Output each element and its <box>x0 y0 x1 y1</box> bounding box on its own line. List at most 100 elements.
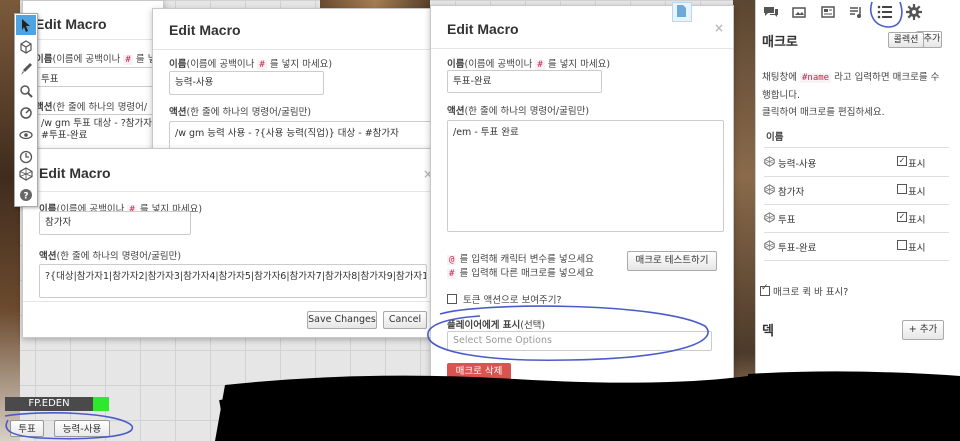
fog-tool[interactable] <box>16 125 36 145</box>
macro-row-name: 참가자 <box>778 187 805 198</box>
action-label: 액션(한 줄에 하나의 명령어/굴림만) <box>39 251 182 262</box>
macro-name-input[interactable]: 참가자 <box>39 211 191 235</box>
macro-name-input[interactable]: 능력-사용 <box>169 71 324 95</box>
action-label: 액션(한 줄에 하나의 명령어/굴림만) <box>169 107 312 118</box>
ruler-tool[interactable] <box>16 103 36 123</box>
tab-jukebox[interactable] <box>847 3 865 21</box>
dialog-title: Edit Macro <box>169 22 241 38</box>
token-action-label: 토큰 액션으로 보여주기? <box>463 295 562 306</box>
draw-tool[interactable] <box>16 59 36 79</box>
deck-heading: 덱 <box>762 324 774 339</box>
tab-chat[interactable] <box>762 3 780 21</box>
measure-icon <box>20 107 32 119</box>
player-color-swatch[interactable] <box>93 397 109 411</box>
divider <box>23 191 435 192</box>
dice-tool[interactable] <box>16 164 36 184</box>
tab-settings[interactable] <box>905 3 923 21</box>
hint-attribute: @ 를 입력해 캐릭터 변수를 넣으세요 <box>447 254 594 265</box>
quickbar-macro-vote[interactable]: 투표 <box>10 420 44 437</box>
edit-macro-dialog-vote: Edit Macro 이름(이름에 공백이나 # 를 넣 투표 액션(한 줄에 … <box>22 0 164 152</box>
show-in-bar-checkbox[interactable] <box>897 240 907 250</box>
action-line: /w gm 투표 대상 - ?참가자 <box>41 118 153 129</box>
save-changes-button[interactable]: Save Changes <box>307 311 377 329</box>
quickbar-checkbox[interactable]: ✓ <box>760 283 770 296</box>
macro-row-name: 투표-완료 <box>778 243 817 254</box>
token-action-checkbox[interactable] <box>447 294 457 304</box>
macro-action-textarea[interactable]: /w gm 능력 사용 - ?{사용 능력(직업)} 대상 - #참가자 <box>169 121 434 151</box>
zoom-tool[interactable] <box>16 81 36 101</box>
brush-icon <box>21 63 32 75</box>
show-in-bar-checkbox[interactable] <box>897 184 907 194</box>
list-icon <box>877 5 892 19</box>
d20-icon <box>764 156 775 167</box>
macro-action-textarea[interactable]: /w gm 투표 대상 - ?참가자 #투표-완료 <box>35 114 163 151</box>
edit-macro-dialog-participant: Edit Macro × 이름(이름에 공백이나 # 를 넣지 마세요) 참가자… <box>22 148 436 338</box>
help-tool[interactable]: ? <box>16 185 36 205</box>
show-players-select[interactable]: Select Some Options <box>447 331 712 351</box>
divider <box>764 147 949 148</box>
cube-tool[interactable] <box>16 37 36 57</box>
select-tool[interactable] <box>16 15 36 35</box>
edit-macro-dialog-ability: Edit Macro 이름(이름에 공백이나 # 를 넣지 마세요) 능력-사용… <box>152 8 444 152</box>
player-name[interactable]: FP.EDEN <box>5 397 93 411</box>
macro-row[interactable]: 투표 ✓ 표시 <box>764 206 949 232</box>
divider <box>764 204 949 205</box>
cursor-arrow-icon <box>22 19 30 32</box>
quickbar-macro-ability[interactable]: 능력-사용 <box>54 420 110 437</box>
token-action-row: 토큰 액션으로 보여주기? <box>447 292 562 306</box>
divider <box>23 301 435 302</box>
add-label: 추가 <box>923 34 941 44</box>
edit-macro-dialog-vote-complete: Edit Macro × 이름(이름에 공백이나 # 를 넣지 마세요) 투표-… <box>430 5 734 397</box>
tab-journal[interactable] <box>819 3 837 21</box>
d20-icon <box>764 184 775 195</box>
name-label: 이름(이름에 공백이나 # 를 넣지 마세요) <box>169 59 333 70</box>
cancel-button[interactable]: Cancel <box>383 311 427 329</box>
tab-collection[interactable] <box>876 3 894 21</box>
svg-text:?: ? <box>23 192 28 202</box>
macro-name-input[interactable]: 투표-완료 <box>447 70 602 93</box>
right-sidebar: 매크로 콜렉션 추가 채팅창에 #name 라고 입력하면 매크로를 수 행합니… <box>755 0 960 441</box>
cube-icon <box>20 40 32 54</box>
action-label: 액션(한 줄에 하나의 명령어/굴림만) <box>447 106 590 117</box>
music-list-icon <box>850 7 861 18</box>
quickbar-row: ✓ 매크로 퀵 바 표시? <box>760 283 848 298</box>
divider <box>764 176 949 177</box>
collection-button[interactable]: 콜렉션 <box>888 32 924 48</box>
show-in-bar-label: 표시 <box>908 243 926 254</box>
background-map-image-right <box>733 0 755 441</box>
help-icon: ? <box>20 189 32 202</box>
close-icon[interactable]: × <box>714 21 724 35</box>
show-in-bar-label: 표시 <box>908 215 926 226</box>
dialog-title: Edit Macro <box>39 165 111 181</box>
divider <box>23 39 163 40</box>
show-in-bar-checkbox[interactable]: ✓ <box>897 156 907 166</box>
show-to-players-label: 플레이어에게 표시(선택) <box>447 320 546 331</box>
macro-row[interactable]: 투표-완료 표시 <box>764 234 949 260</box>
macro-row[interactable]: 능력-사용 ✓ 표시 <box>764 150 949 176</box>
divider <box>431 48 733 49</box>
delete-macro-button[interactable]: 매크로 삭제 <box>447 363 511 380</box>
column-name-header: 이름 <box>766 132 784 143</box>
dialog-title: Edit Macro <box>35 16 107 32</box>
test-macro-button[interactable]: 매크로 테스트하기 <box>627 251 717 271</box>
handout-icon[interactable] <box>672 2 692 22</box>
macro-name-input[interactable]: 투표 <box>35 67 163 87</box>
show-in-bar-checkbox[interactable]: ✓ <box>897 212 907 222</box>
name-label: 이름(이름에 공백이나 # 를 넣 <box>35 54 157 65</box>
macro-action-textarea[interactable]: ?{대상|참가자1|참가자2|참가자3|참가자4|참가자5|참가자6|참가자7|… <box>39 264 427 298</box>
d20-icon <box>19 167 33 181</box>
gear-icon <box>906 4 922 20</box>
macro-action-textarea[interactable]: /em - 투표 완료 <box>447 120 724 232</box>
dialog-title: Edit Macro <box>447 21 519 37</box>
tab-art[interactable] <box>790 3 808 21</box>
art-icon <box>792 7 806 18</box>
divider <box>153 49 443 50</box>
divider <box>764 232 949 233</box>
macros-heading: 매크로 <box>762 35 798 50</box>
eye-icon <box>19 130 33 140</box>
divider <box>764 260 949 261</box>
macro-row[interactable]: 참가자 표시 <box>764 178 949 204</box>
macro-description: 채팅창에 #name 라고 입력하면 매크로를 수 행합니다. 클릭하여 매크로… <box>762 72 940 118</box>
add-deck-button[interactable]: + 추가 <box>902 320 944 340</box>
sidebar-tabs <box>756 0 960 24</box>
